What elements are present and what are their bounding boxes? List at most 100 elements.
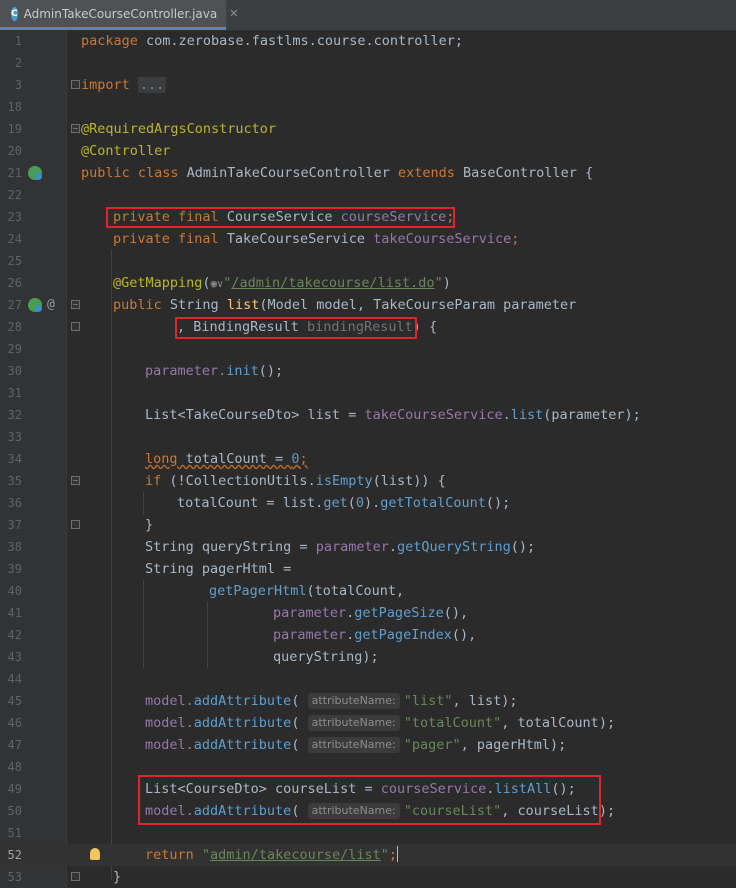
line-number: 28 bbox=[7, 320, 22, 334]
fold-toggle-icon[interactable] bbox=[71, 124, 80, 133]
code-line: 47 model.addAttribute( attributeName: "pa… bbox=[0, 734, 736, 756]
code-text: String pagerHtml = bbox=[145, 561, 292, 577]
line-number: 19 bbox=[7, 122, 22, 136]
url-link[interactable]: /admin/takecourse/list.do bbox=[231, 275, 434, 291]
line-number: 34 bbox=[7, 452, 22, 466]
text-caret bbox=[397, 846, 399, 862]
fold-toggle-icon[interactable] bbox=[71, 300, 80, 309]
line-number: 22 bbox=[7, 188, 22, 202]
code-line: 21 public class AdminTakeCourseControlle… bbox=[0, 162, 736, 184]
line-number: 38 bbox=[7, 540, 22, 554]
code-text: parameter.getPageSize(), bbox=[273, 605, 469, 621]
code-text: model.addAttribute( attributeName: "list"… bbox=[145, 693, 518, 709]
code-text: parameter.init(); bbox=[145, 363, 284, 379]
parameter-hint: attributeName: bbox=[307, 693, 400, 709]
line-number: 35 bbox=[7, 474, 22, 488]
line-number: 29 bbox=[7, 342, 22, 356]
line-number: 33 bbox=[7, 430, 22, 444]
line-number: 39 bbox=[7, 562, 22, 576]
code-line: 37 } bbox=[0, 514, 736, 536]
java-class-icon: C bbox=[11, 6, 18, 21]
code-text: @RequiredArgsConstructor bbox=[81, 121, 277, 137]
highlight-box bbox=[106, 207, 455, 228]
line-number: 23 bbox=[7, 210, 22, 224]
highlight-box bbox=[175, 317, 417, 339]
code-line: 1 package com.zerobase.fastlms.course.co… bbox=[0, 30, 736, 52]
fold-toggle-icon[interactable] bbox=[71, 520, 80, 529]
code-line: 22 bbox=[0, 184, 736, 206]
fold-toggle-icon[interactable] bbox=[71, 476, 80, 485]
template-path-link[interactable]: admin/takecourse/list bbox=[210, 847, 381, 863]
line-number: 45 bbox=[7, 694, 22, 708]
line-number: 46 bbox=[7, 716, 22, 730]
code-line: 45 model.addAttribute( attributeName: "li… bbox=[0, 690, 736, 712]
code-line: 35 if (!CollectionUtils.isEmpty(list)) { bbox=[0, 470, 736, 492]
line-number: 26 bbox=[7, 276, 22, 290]
code-line: 36 totalCount = list.get(0).getTotalCoun… bbox=[0, 492, 736, 514]
code-text: totalCount = list.get(0).getTotalCount()… bbox=[177, 495, 511, 511]
close-icon[interactable]: ✕ bbox=[229, 7, 238, 20]
at-symbol-icon[interactable]: @ bbox=[47, 294, 55, 316]
code-line: 39 String pagerHtml = bbox=[0, 558, 736, 580]
code-line: 19 @RequiredArgsConstructor bbox=[0, 118, 736, 140]
editor-tab-bar: C AdminTakeCourseController.java ✕ bbox=[0, 0, 736, 31]
code-text: long totalCount = 0; bbox=[145, 451, 308, 467]
line-number: 49 bbox=[7, 782, 22, 796]
code-line: 41 parameter.getPageSize(), bbox=[0, 602, 736, 624]
code-line: 43 queryString); bbox=[0, 646, 736, 668]
spring-bean-gutter-icon[interactable] bbox=[28, 166, 42, 180]
fold-toggle-icon[interactable] bbox=[71, 322, 80, 331]
tab-label: AdminTakeCourseController.java bbox=[23, 6, 218, 21]
line-number: 32 bbox=[7, 408, 22, 422]
code-line: 29 bbox=[0, 338, 736, 360]
fold-toggle-icon[interactable] bbox=[71, 872, 80, 881]
line-number: 40 bbox=[7, 584, 22, 598]
line-number: 51 bbox=[7, 826, 22, 840]
parameter-hint: attributeName: bbox=[307, 715, 400, 731]
code-editor[interactable]: 1 package com.zerobase.fastlms.course.co… bbox=[0, 30, 736, 888]
line-number: 36 bbox=[7, 496, 22, 510]
line-number: 30 bbox=[7, 364, 22, 378]
lightbulb-icon[interactable] bbox=[90, 848, 100, 860]
line-number: 18 bbox=[7, 100, 22, 114]
line-number: 2 bbox=[14, 56, 22, 70]
code-text: parameter.getPageIndex(), bbox=[273, 627, 477, 643]
fold-toggle-icon[interactable] bbox=[71, 80, 80, 89]
code-line: 46 model.addAttribute( attributeName: "to… bbox=[0, 712, 736, 734]
code-line: 20 @Controller bbox=[0, 140, 736, 162]
code-text: String queryString = parameter.getQueryS… bbox=[145, 539, 536, 555]
code-line: 31 bbox=[0, 382, 736, 404]
code-text: if (!CollectionUtils.isEmpty(list)) { bbox=[145, 473, 446, 489]
code-line: 33 bbox=[0, 426, 736, 448]
code-line: 32 List<TakeCourseDto> list = takeCourse… bbox=[0, 404, 736, 426]
line-number: 24 bbox=[7, 232, 22, 246]
code-line: 51 bbox=[0, 822, 736, 844]
code-line: 18 bbox=[0, 96, 736, 118]
line-number: 42 bbox=[7, 628, 22, 642]
line-number: 21 bbox=[7, 166, 22, 180]
code-line: 27 @ public String list(Model model, Tak… bbox=[0, 294, 736, 316]
code-line: 3 import ... bbox=[0, 74, 736, 96]
code-line-current: 52 return "admin/takecourse/list"; bbox=[0, 844, 736, 866]
line-number: 47 bbox=[7, 738, 22, 752]
code-text: model.addAttribute( attributeName: "pager… bbox=[145, 737, 567, 753]
code-text: queryString); bbox=[273, 649, 379, 665]
code-line: 44 bbox=[0, 668, 736, 690]
folded-imports[interactable]: ... bbox=[137, 77, 167, 93]
code-line: 2 bbox=[0, 52, 736, 74]
code-text: } bbox=[113, 869, 122, 885]
code-text: @Controller bbox=[81, 143, 171, 159]
line-number: 25 bbox=[7, 254, 22, 268]
line-number: 37 bbox=[7, 518, 22, 532]
tab-admin-take-course-controller[interactable]: C AdminTakeCourseController.java ✕ bbox=[0, 0, 238, 30]
code-text: private final TakeCourseService takeCour… bbox=[113, 231, 520, 247]
line-number: 20 bbox=[7, 144, 22, 158]
spring-endpoint-gutter-icon[interactable] bbox=[28, 298, 42, 312]
code-line: 38 String queryString = parameter.getQue… bbox=[0, 536, 736, 558]
line-number: 48 bbox=[7, 760, 22, 774]
code-text: return "admin/takecourse/list"; bbox=[145, 846, 399, 863]
code-line: 42 parameter.getPageIndex(), bbox=[0, 624, 736, 646]
line-number: 31 bbox=[7, 386, 22, 400]
line-number: 50 bbox=[7, 804, 22, 818]
line-number: 52 bbox=[7, 848, 22, 862]
